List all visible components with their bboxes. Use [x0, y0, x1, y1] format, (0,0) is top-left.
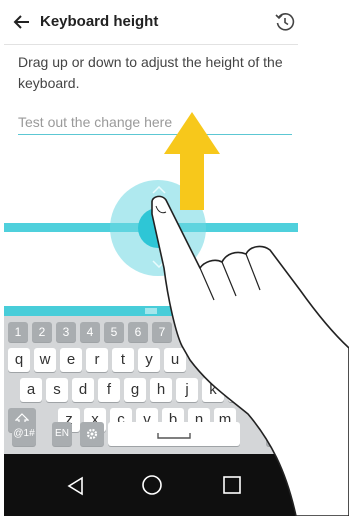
key-k[interactable]: k [202, 378, 224, 402]
space-icon [157, 433, 191, 439]
settings-icon [86, 428, 98, 440]
grip-icon [145, 308, 157, 314]
key-l[interactable]: l [228, 378, 250, 402]
key-label: q [14, 351, 24, 368]
app-bar: Keyboard height [4, 0, 298, 45]
instruction-text: Drag up or down to adjust the height of … [18, 54, 283, 91]
space-key[interactable] [108, 422, 240, 446]
history-icon[interactable] [274, 11, 296, 33]
key-u[interactable]: u [164, 348, 186, 372]
key-j[interactable]: j [176, 378, 198, 402]
language-key[interactable]: EN [52, 422, 72, 446]
key-label: a [26, 381, 36, 398]
key-h[interactable]: h [150, 378, 172, 402]
key-label: w [39, 351, 51, 368]
symbols-key[interactable]: @1# [12, 422, 36, 446]
key-q[interactable]: q [8, 348, 30, 372]
key-d[interactable]: d [72, 378, 94, 402]
key-label: k [209, 381, 217, 398]
key-f[interactable]: f [98, 378, 120, 402]
key-1[interactable]: 1 [8, 322, 28, 342]
navigation-bar [4, 454, 298, 516]
drag-handle-center[interactable] [138, 208, 178, 248]
key-r[interactable]: r [86, 348, 108, 372]
key-5[interactable]: 5 [104, 322, 124, 342]
settings-key[interactable] [80, 422, 104, 446]
key-label: t [120, 351, 126, 368]
key-label: g [130, 381, 140, 398]
back-arrow-icon[interactable] [12, 12, 32, 32]
key-label: j [185, 381, 189, 398]
key-label: y [145, 351, 153, 368]
key-3[interactable]: 3 [56, 322, 76, 342]
key-t[interactable]: t [112, 348, 134, 372]
nav-home-icon[interactable] [141, 474, 163, 496]
key-label: e [66, 351, 76, 368]
key-4[interactable]: 4 [80, 322, 100, 342]
up-arrow-icon [164, 112, 220, 210]
key-7[interactable]: 7 [152, 322, 172, 342]
key-y[interactable]: y [138, 348, 160, 372]
nav-back-icon[interactable] [66, 476, 86, 496]
key-label: u [170, 351, 180, 368]
done-key[interactable]: Done [266, 422, 296, 446]
key-label: d [78, 381, 88, 398]
chevron-down-icon [152, 260, 166, 268]
key-g[interactable]: g [124, 378, 146, 402]
phone-screen: Keyboard height Drag up or down to adjus… [4, 0, 298, 516]
key-label: r [94, 351, 100, 368]
nav-recent-icon[interactable] [222, 475, 242, 495]
key-a[interactable]: a [20, 378, 42, 402]
key-label: s [53, 381, 61, 398]
key-6[interactable]: 6 [128, 322, 148, 342]
key-s[interactable]: s [46, 378, 68, 402]
key-label: l [237, 381, 241, 398]
test-input-field[interactable] [18, 110, 292, 135]
key-w[interactable]: w [34, 348, 56, 372]
key-2[interactable]: 2 [32, 322, 52, 342]
key-e[interactable]: e [60, 348, 82, 372]
key-label: h [156, 381, 166, 398]
page-title: Keyboard height [40, 13, 159, 30]
key-label: f [106, 381, 112, 398]
